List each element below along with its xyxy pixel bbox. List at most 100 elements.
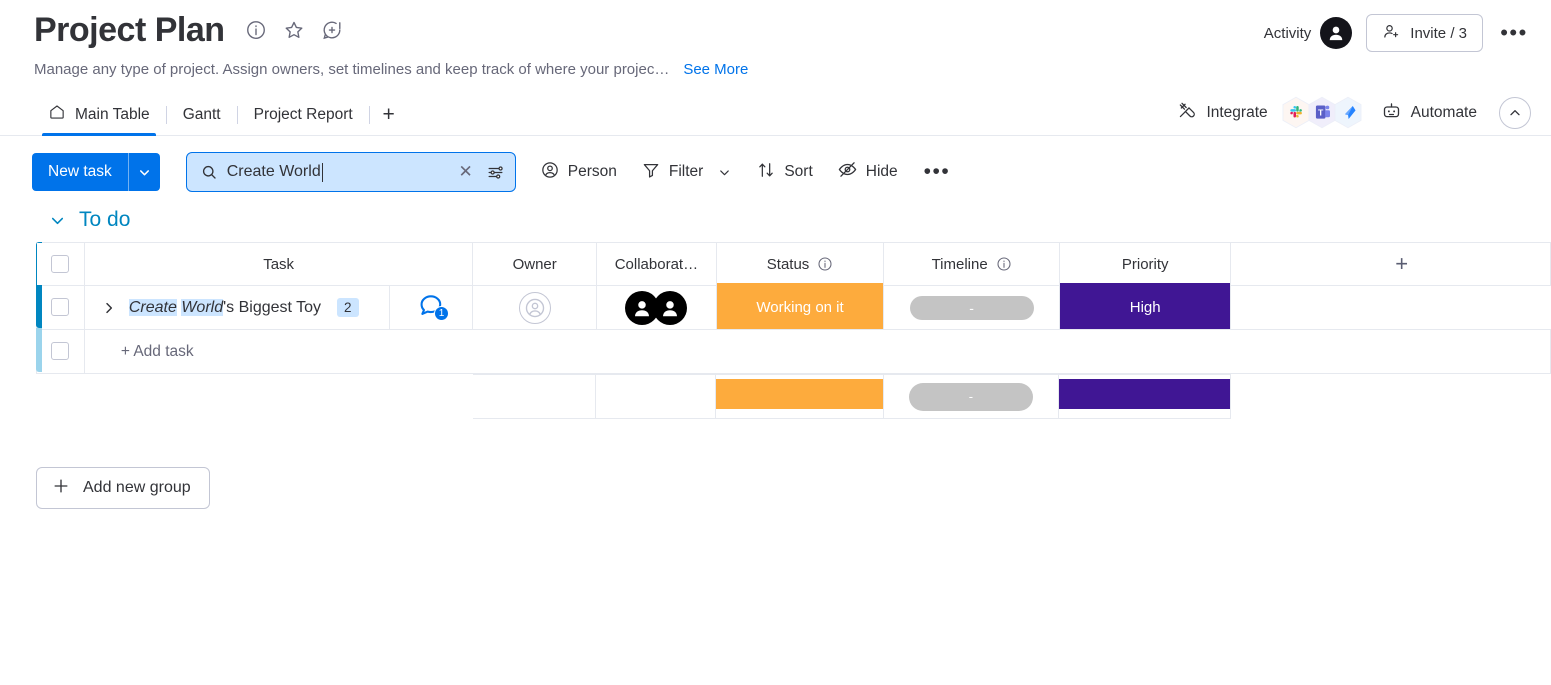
add-new-group-button[interactable]: Add new group (36, 467, 210, 509)
filter-icon (641, 160, 661, 185)
tab-label: Main Table (75, 105, 150, 123)
info-icon[interactable] (817, 256, 833, 272)
integrate-button[interactable]: Integrate T (1177, 96, 1362, 129)
search-input[interactable]: Create World ✕ (185, 152, 516, 192)
tab-main-table[interactable]: Main Table (34, 94, 164, 136)
board-description: Manage any type of project. Assign owner… (34, 61, 670, 78)
group-accent-bar-add (36, 328, 42, 372)
summary-blank (37, 375, 85, 419)
column-header-owner[interactable]: Owner (472, 242, 597, 286)
activity-label: Activity (1263, 24, 1312, 42)
timeline-pill: - (909, 295, 1034, 320)
status-cell[interactable]: Working on it (715, 285, 885, 330)
svg-text:T: T (1318, 107, 1324, 117)
subitems-count-badge[interactable]: 2 (337, 298, 359, 317)
chevron-right-icon[interactable] (99, 300, 119, 316)
jira-icon[interactable] (1333, 96, 1363, 129)
info-icon[interactable] (245, 19, 267, 41)
comment-bubble-icon[interactable]: 1 (418, 292, 450, 321)
robot-icon (1381, 100, 1402, 126)
person-filter-button[interactable]: Person (540, 160, 617, 185)
info-icon[interactable] (996, 256, 1012, 272)
add-column-button[interactable]: + (1230, 242, 1551, 286)
column-label: Priority (1121, 255, 1169, 273)
task-name-cell[interactable]: Create World's Biggest Toy 2 (83, 285, 390, 330)
column-header-task[interactable]: Task (83, 242, 474, 286)
summary-status-cell[interactable] (715, 374, 884, 419)
column-header-status[interactable]: Status (715, 242, 885, 287)
search-settings-icon[interactable] (486, 163, 505, 182)
collaborator-avatars[interactable] (625, 290, 688, 325)
chevron-down-icon[interactable] (48, 211, 67, 230)
summary-owner-cell (471, 374, 597, 419)
tabs-right-actions: Integrate T Automate (1177, 96, 1531, 129)
automate-button[interactable]: Automate (1381, 100, 1477, 126)
add-row-checkbox[interactable] (51, 342, 70, 361)
timeline-cell[interactable]: - (883, 285, 1061, 330)
invite-button[interactable]: Invite / 3 (1366, 14, 1483, 52)
summary-collaborators-cell (595, 374, 717, 419)
board-overflow-menu-button[interactable]: ••• (1497, 16, 1531, 50)
priority-label: High (1129, 299, 1161, 316)
column-header-collaborators[interactable]: Collaborat… (595, 242, 717, 286)
summary-blank (388, 375, 472, 419)
integrate-label: Integrate (1206, 103, 1268, 121)
header-actions: Activity Invite / 3 ••• (1264, 14, 1531, 52)
see-more-link[interactable]: See More (683, 61, 748, 78)
chevron-up-icon[interactable] (1499, 96, 1531, 129)
group-header: To do (48, 208, 1551, 232)
toolbar-overflow-menu-button[interactable]: ••• (924, 160, 951, 184)
board-table-wrapper: Task Owner Collaborat… Status Timeline P… (0, 242, 1551, 419)
search-icon (200, 163, 218, 181)
search-value: Create World (226, 163, 321, 180)
tab-gantt[interactable]: Gantt (169, 94, 235, 135)
summary-timeline-cell[interactable]: - (882, 374, 1060, 419)
add-view-button[interactable]: + (372, 94, 406, 135)
collaborators-cell[interactable] (595, 285, 717, 330)
hide-columns-button[interactable]: Hide (837, 159, 898, 185)
filter-label: Filter (668, 163, 704, 180)
comment-count-badge: 1 (434, 306, 450, 321)
add-owner-icon[interactable] (518, 291, 551, 324)
sort-button[interactable]: Sort (756, 160, 813, 185)
add-comment-icon[interactable] (321, 19, 343, 41)
column-header-priority[interactable]: Priority (1059, 242, 1232, 287)
add-task-button[interactable]: + Add task (83, 329, 1551, 374)
filter-button[interactable]: Filter (641, 160, 732, 185)
add-task-row[interactable]: + Add task (36, 329, 1551, 374)
hide-label: Hide (865, 163, 898, 180)
summary-blank (84, 375, 388, 419)
task-updates-cell[interactable]: 1 (388, 285, 474, 330)
chevron-down-icon[interactable] (127, 153, 160, 191)
text-cursor (321, 162, 324, 182)
star-icon[interactable] (283, 19, 305, 41)
priority-cell[interactable]: High (1059, 285, 1232, 330)
tab-label: Gantt (182, 105, 221, 123)
clear-search-icon[interactable]: ✕ (455, 162, 477, 182)
group-title[interactable]: To do (79, 208, 130, 232)
tab-project-report[interactable]: Project Report (240, 94, 367, 135)
avatar[interactable] (1320, 17, 1353, 49)
add-row-select-cell (36, 329, 85, 374)
status-summary-bar (716, 379, 883, 409)
integration-icons: T (1281, 96, 1363, 129)
board-table: Task Owner Collaborat… Status Timeline P… (36, 242, 1551, 374)
summary-priority-cell[interactable] (1058, 374, 1231, 419)
table-row[interactable]: Create World's Biggest Toy 2 1 Working o… (36, 285, 1551, 330)
board-toolbar: New task Create World ✕ Person Filter So… (0, 136, 1551, 192)
select-all-checkbox[interactable] (51, 255, 70, 274)
chevron-down-icon[interactable] (717, 165, 732, 180)
row-select-cell (36, 285, 85, 330)
new-task-button[interactable]: New task (32, 153, 160, 191)
collaborator-avatar[interactable] (653, 290, 688, 325)
sort-label: Sort (784, 163, 813, 180)
summary-row: - (37, 374, 1551, 419)
task-name: Create World's Biggest Toy (128, 298, 321, 317)
owner-cell[interactable] (472, 285, 597, 330)
eye-slash-icon (837, 159, 858, 185)
new-task-label: New task (48, 163, 112, 180)
tab-divider (368, 105, 370, 124)
activity-button[interactable]: Activity (1264, 17, 1353, 49)
row-checkbox[interactable] (51, 298, 70, 317)
column-header-timeline[interactable]: Timeline (883, 242, 1061, 286)
